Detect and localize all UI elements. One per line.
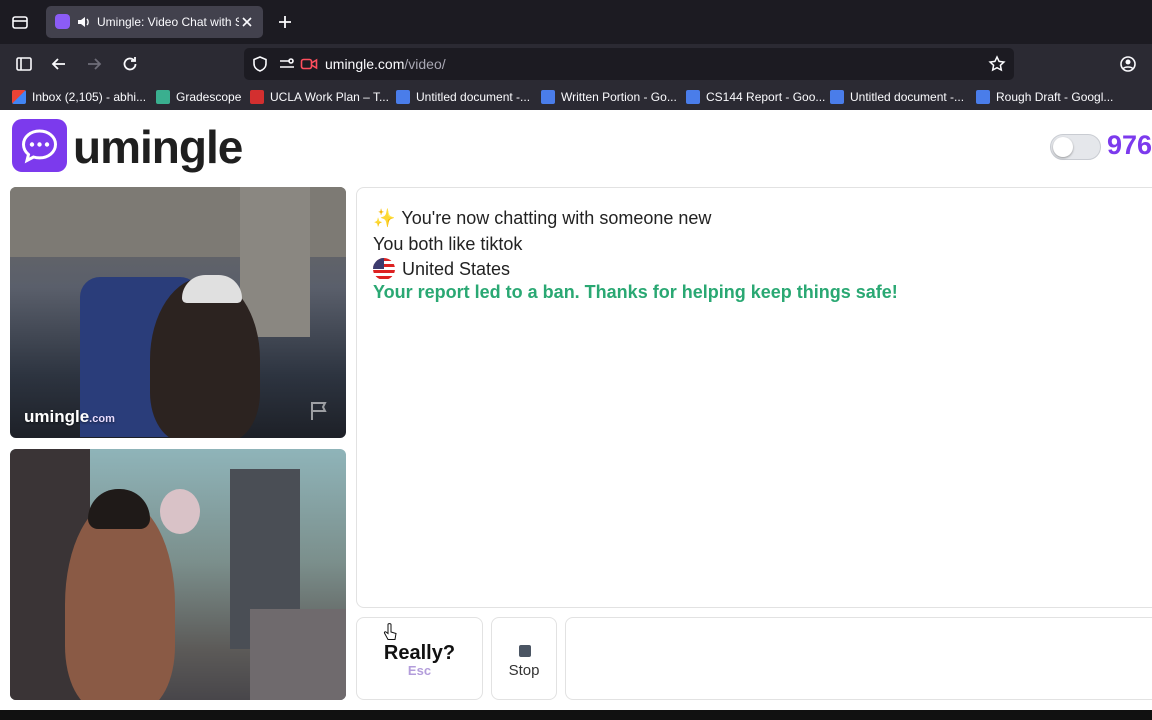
shield-icon[interactable] bbox=[251, 55, 269, 73]
ucla-icon bbox=[250, 90, 264, 104]
forward-arrow-icon[interactable] bbox=[85, 55, 103, 73]
bookmark-item[interactable]: UCLA Work Plan – T... bbox=[250, 89, 389, 105]
bookmark-label: Untitled document -... bbox=[416, 90, 531, 104]
bookmark-label: UCLA Work Plan – T... bbox=[270, 90, 389, 104]
account-icon[interactable] bbox=[1119, 55, 1137, 73]
tab-title: Umingle: Video Chat with Strangers bbox=[97, 15, 239, 29]
permissions-icon[interactable] bbox=[278, 55, 296, 73]
bookmark-item[interactable]: Untitled document -... bbox=[830, 89, 964, 105]
country-message: United States bbox=[373, 258, 510, 280]
report-flag-icon[interactable] bbox=[308, 400, 332, 422]
browser-tab-active[interactable]: Umingle: Video Chat with Strangers bbox=[46, 6, 263, 38]
hand-cursor-icon bbox=[383, 623, 397, 640]
star-bookmark-icon[interactable] bbox=[988, 55, 1006, 73]
user-hair bbox=[88, 489, 150, 529]
reload-icon[interactable] bbox=[121, 55, 139, 73]
browser-nav-bar: umingle.com/video/ bbox=[0, 44, 1152, 84]
docs-icon bbox=[976, 90, 990, 104]
skip-button[interactable]: Really? Esc bbox=[356, 617, 483, 700]
speaker-icon[interactable] bbox=[76, 14, 92, 30]
watermark-suffix: .com bbox=[89, 413, 115, 425]
gmail-icon bbox=[12, 90, 26, 104]
sparkle-icon: ✨ bbox=[373, 208, 396, 228]
stranger-cap bbox=[182, 275, 242, 303]
bookmark-label: CS144 Report - Goo... bbox=[706, 90, 826, 104]
stop-button[interactable]: Stop bbox=[491, 617, 557, 700]
bookmark-item[interactable]: Inbox (2,105) - abhi... bbox=[12, 89, 146, 105]
stop-icon bbox=[519, 645, 531, 657]
bookmark-label: Inbox (2,105) - abhi... bbox=[32, 90, 147, 104]
docs-icon bbox=[686, 90, 700, 104]
bookmark-item[interactable]: Untitled document -... bbox=[396, 89, 530, 105]
watermark-text: umingle bbox=[24, 407, 90, 426]
chat-log[interactable]: ✨ You're now chatting with someone new Yo… bbox=[356, 187, 1152, 608]
chat-intro-message: ✨ You're now chatting with someone new bbox=[373, 208, 711, 229]
stop-button-label: Stop bbox=[508, 662, 540, 679]
docs-icon bbox=[396, 90, 410, 104]
address-bar[interactable]: umingle.com/video/ bbox=[244, 48, 1014, 80]
skip-shortcut-hint: Esc bbox=[407, 663, 432, 678]
tab-list-icon[interactable] bbox=[11, 13, 29, 31]
camera-in-use-icon[interactable] bbox=[300, 55, 318, 73]
bed bbox=[250, 609, 346, 700]
self-video bbox=[10, 449, 346, 700]
new-tab-plus-icon[interactable] bbox=[276, 13, 294, 31]
us-flag-icon bbox=[373, 258, 395, 280]
chat-intro-text: You're now chatting with someone new bbox=[401, 208, 712, 228]
flowers bbox=[160, 489, 200, 534]
umingle-logo-icon[interactable] bbox=[12, 119, 67, 172]
bookmark-item[interactable]: CS144 Report - Goo... bbox=[686, 89, 825, 105]
bookmark-item[interactable]: Rough Draft - Googl... bbox=[976, 89, 1113, 105]
window-bottom-edge bbox=[0, 710, 1152, 720]
bookmark-label: Written Portion - Go... bbox=[561, 90, 677, 104]
bookmark-label: Untitled document -... bbox=[850, 90, 965, 104]
theme-toggle[interactable] bbox=[1050, 134, 1101, 160]
common-interest-message: You both like tiktok bbox=[373, 234, 523, 254]
user-silhouette bbox=[65, 499, 175, 700]
docs-icon bbox=[830, 90, 844, 104]
gradescope-icon bbox=[156, 90, 170, 104]
toggle-knob bbox=[1053, 137, 1073, 157]
bookmark-item[interactable]: Gradescope bbox=[156, 89, 241, 105]
umingle-logo-text[interactable]: umingle bbox=[73, 120, 243, 174]
back-arrow-icon[interactable] bbox=[50, 55, 68, 73]
report-notice: Your report led to a ban. Thanks for hel… bbox=[373, 282, 898, 302]
country-text: United States bbox=[402, 258, 511, 279]
umingle-page: umingle 976 umingle.com ✨ You're now chat… bbox=[0, 110, 1152, 710]
url-host: umingle.com bbox=[325, 56, 405, 72]
umingle-watermark: umingle.com bbox=[24, 407, 115, 427]
browser-tab-bar: Umingle: Video Chat with Strangers bbox=[0, 0, 1152, 44]
bookmark-item[interactable]: Written Portion - Go... bbox=[541, 89, 677, 105]
close-icon[interactable] bbox=[239, 14, 255, 30]
umingle-favicon-icon bbox=[55, 14, 70, 29]
url-text[interactable]: umingle.com/video/ bbox=[325, 56, 446, 72]
online-count: 976 bbox=[1107, 130, 1152, 160]
stranger-video: umingle.com bbox=[10, 187, 346, 438]
docs-icon bbox=[541, 90, 555, 104]
bookmark-label: Gradescope bbox=[176, 90, 242, 104]
skip-button-label: Really? bbox=[383, 642, 456, 664]
bookmarks-toolbar: Inbox (2,105) - abhi... Gradescope UCLA … bbox=[0, 84, 1152, 110]
bookmark-label: Rough Draft - Googl... bbox=[996, 90, 1114, 104]
message-input[interactable] bbox=[565, 617, 1152, 700]
sidebar-icon[interactable] bbox=[15, 55, 33, 73]
url-path: /video/ bbox=[404, 56, 446, 72]
